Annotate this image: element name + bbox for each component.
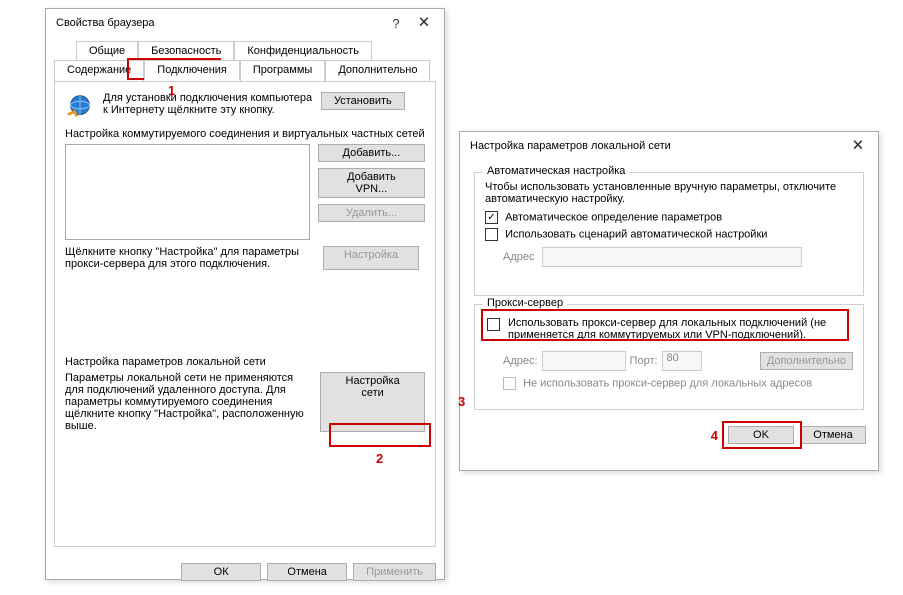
tab-programs[interactable]: Программы	[240, 60, 325, 81]
bypass-local-checkbox[interactable]	[503, 377, 516, 390]
tab-connections[interactable]: Подключения	[144, 60, 240, 81]
cancel-button-2[interactable]: Отмена	[800, 426, 866, 444]
bypass-local-label: Не использовать прокси-сервер для локаль…	[523, 377, 812, 389]
lan-text: Параметры локальной сети не применяются …	[65, 372, 312, 432]
help-button[interactable]: ?	[382, 12, 410, 34]
auto-config-legend: Автоматическая настройка	[483, 165, 629, 177]
tab-advanced[interactable]: Дополнительно	[325, 60, 430, 81]
proxy-port-input[interactable]: 80	[662, 351, 702, 371]
cancel-button[interactable]: Отмена	[267, 563, 347, 581]
dialup-title: Настройка коммутируемого соединения и ви…	[65, 128, 425, 140]
lan-settings-window: Настройка параметров локальной сети 🗙 Ав…	[459, 131, 879, 471]
remove-button[interactable]: Удалить...	[318, 204, 425, 222]
tabs-area: Общие Безопасность Конфиденциальность Со…	[46, 37, 444, 81]
ok-button[interactable]: ОК	[181, 563, 261, 581]
connections-listbox[interactable]	[65, 144, 310, 240]
tab-privacy[interactable]: Конфиденциальность	[234, 41, 372, 60]
lan-title: Настройка параметров локальной сети	[65, 356, 425, 368]
auto-detect-checkbox[interactable]	[485, 211, 498, 224]
setup-text: Для установки подключения компьютера к И…	[103, 92, 313, 116]
script-address-label: Адрес	[503, 251, 535, 263]
proxy-advanced-button[interactable]: Дополнительно	[760, 352, 853, 370]
tab-content-area: Для установки подключения компьютера к И…	[54, 81, 436, 547]
dialog-footer-2: 4 OK Отмена	[460, 412, 878, 454]
close-button[interactable]: 🗙	[410, 12, 438, 34]
auto-script-label: Использовать сценарий автоматической нас…	[505, 228, 767, 240]
apply-button[interactable]: Применить	[353, 563, 436, 581]
script-address-input[interactable]	[542, 247, 802, 267]
auto-detect-label: Автоматическое определение параметров	[505, 211, 722, 223]
settings-hint: Щёлкните кнопку "Настройка" для параметр…	[65, 246, 315, 270]
proxy-address-input[interactable]	[542, 351, 626, 371]
annotation-number-2: 2	[376, 451, 383, 466]
setup-button[interactable]: Установить	[321, 92, 405, 110]
dialog-footer: ОК Отмена Применить	[46, 555, 444, 589]
globe-icon	[65, 92, 95, 122]
add-vpn-button[interactable]: Добавить VPN...	[318, 168, 425, 198]
add-button[interactable]: Добавить...	[318, 144, 425, 162]
annotation-box-4	[722, 421, 802, 449]
annotation-box-3	[481, 309, 849, 341]
proxy-group: Прокси-сервер Использовать прокси-сервер…	[474, 304, 864, 410]
titlebar-2: Настройка параметров локальной сети 🗙	[460, 132, 878, 160]
window-title: Свойства браузера	[52, 17, 382, 29]
auto-config-text: Чтобы использовать установленные вручную…	[485, 181, 853, 205]
internet-properties-window: Свойства браузера ? 🗙 Общие Безопасность…	[45, 8, 445, 580]
close-button-2[interactable]: 🗙	[844, 135, 872, 157]
titlebar: Свойства браузера ? 🗙	[46, 9, 444, 37]
settings-button[interactable]: Настройка	[323, 246, 419, 270]
annotation-number-4: 4	[711, 428, 718, 443]
annotation-number-3: 3	[458, 394, 465, 409]
proxy-legend: Прокси-сервер	[483, 297, 567, 309]
auto-config-group: Автоматическая настройка Чтобы использов…	[474, 172, 864, 296]
proxy-address-label: Адрес:	[503, 355, 538, 367]
annotation-box-2	[329, 423, 431, 447]
window-title-2: Настройка параметров локальной сети	[466, 140, 844, 152]
proxy-port-label: Порт:	[630, 355, 658, 367]
auto-script-checkbox[interactable]	[485, 228, 498, 241]
